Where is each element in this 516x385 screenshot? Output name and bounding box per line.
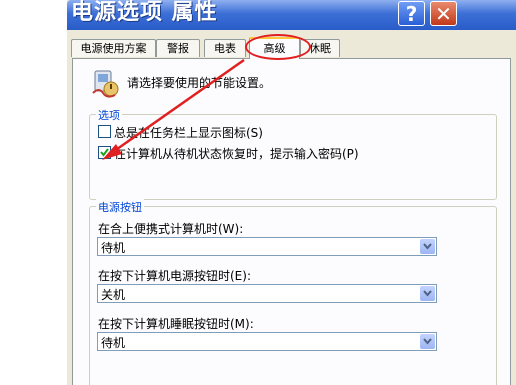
chevron-down-icon[interactable]	[420, 239, 435, 254]
window-title: 电源选项 属性	[71, 0, 218, 25]
lid-close-value: 待机	[101, 241, 126, 255]
power-settings-icon	[92, 70, 119, 98]
power-buttons-group: 电源按钮 在合上便携式计算机时(W): 待机 在按下计算机电源按钮时(E): 关…	[89, 199, 497, 385]
tab-alarms[interactable]: 警报	[156, 39, 200, 57]
tab-power-meter[interactable]: 电表	[204, 39, 246, 57]
tab-power-schemes[interactable]: 电源使用方案	[71, 39, 156, 57]
show-tray-icon-label: 总是在任务栏上显示图标(S)	[114, 126, 263, 140]
prompt-password-checkbox[interactable]	[98, 146, 111, 159]
show-tray-icon-checkbox[interactable]	[98, 125, 111, 138]
help-button[interactable]: ?	[398, 1, 425, 26]
lid-close-select[interactable]: 待机	[97, 237, 437, 256]
power-button-label: 在按下计算机电源按钮时(E):	[98, 269, 251, 283]
close-button[interactable]: ✕	[430, 1, 457, 26]
power-buttons-legend: 电源按钮	[96, 199, 144, 215]
annotation-circle	[245, 34, 311, 60]
prompt-password-label: 在计算机从待机状态恢复时，提示输入密码(P)	[114, 147, 359, 161]
intro-text: 请选择要使用的节能设置。	[127, 76, 272, 90]
options-group: 选项 总是在任务栏上显示图标(S) 在计算机从待机状态恢复时，提示输入密码(P)	[89, 107, 497, 200]
power-button-select[interactable]: 关机	[97, 284, 437, 303]
sleep-button-label: 在按下计算机睡眠按钮时(M):	[98, 317, 254, 331]
power-options-dialog: 电源选项 属性 ? ✕ 电源使用方案 警报 电表 高级 休眠 请选择要使用的节能…	[67, 0, 516, 385]
power-button-value: 关机	[101, 288, 126, 302]
sleep-button-select[interactable]: 待机	[97, 332, 437, 351]
chevron-down-icon[interactable]	[420, 334, 435, 349]
advanced-tab-panel: 请选择要使用的节能设置。 选项 总是在任务栏上显示图标(S) 在计算机从待机状态…	[72, 58, 511, 385]
title-bar: 电源选项 属性 ? ✕	[67, 0, 516, 30]
checkmark-icon	[100, 148, 109, 157]
lid-close-label: 在合上便携式计算机时(W):	[98, 222, 244, 236]
sleep-button-value: 待机	[101, 336, 126, 350]
options-legend: 选项	[96, 107, 122, 123]
chevron-down-icon[interactable]	[420, 286, 435, 301]
